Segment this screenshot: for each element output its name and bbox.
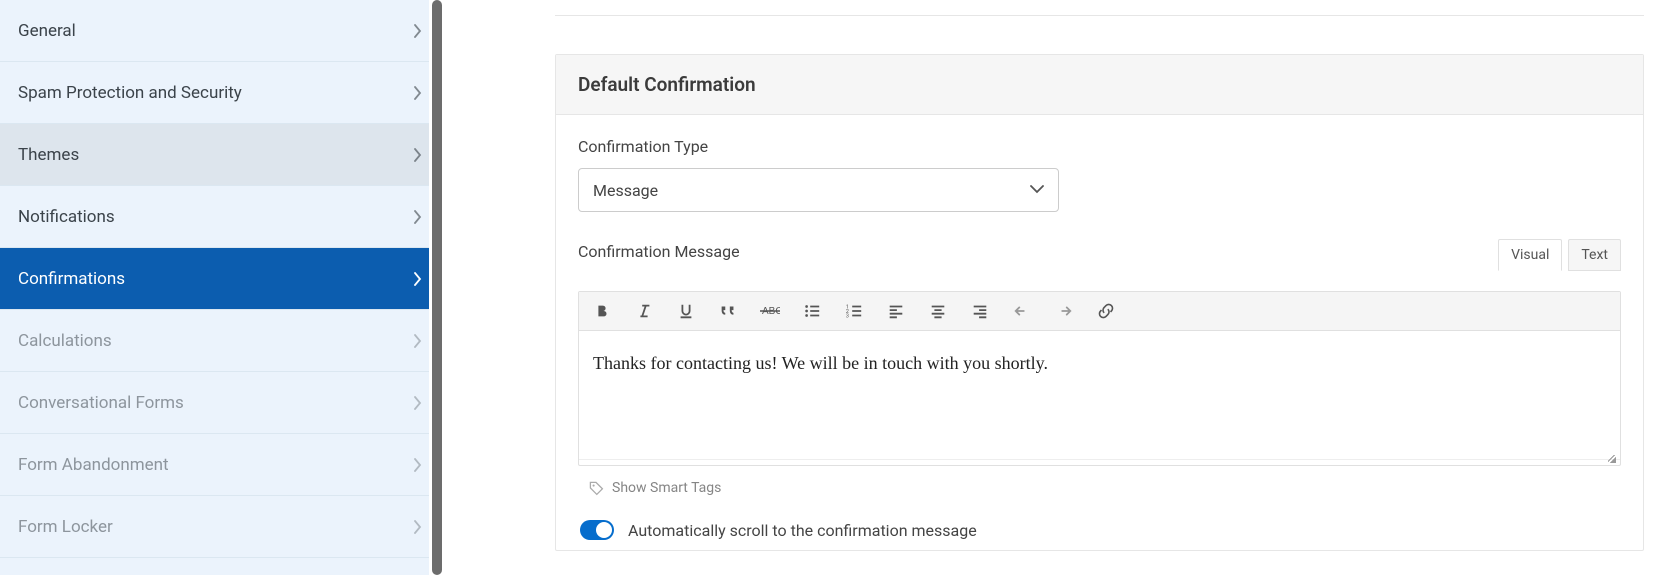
confirmation-type-label: Confirmation Type bbox=[578, 137, 1621, 156]
autoscroll-label: Automatically scroll to the confirmation… bbox=[628, 521, 977, 540]
autoscroll-setting: Automatically scroll to the confirmation… bbox=[578, 520, 1621, 540]
panel-body: Confirmation Type Message Confirmation M… bbox=[556, 115, 1643, 550]
sidebar-item-label: Themes bbox=[18, 145, 79, 165]
wysiwyg-editor: ABC 123 Thanks for contacting us! We wil… bbox=[578, 291, 1621, 466]
sidebar-item-label: Conversational Forms bbox=[18, 393, 184, 413]
italic-icon[interactable] bbox=[631, 298, 657, 324]
underline-icon[interactable] bbox=[673, 298, 699, 324]
sidebar-item-label: General bbox=[18, 21, 76, 41]
chevron-right-icon bbox=[413, 520, 423, 534]
column-gutter bbox=[445, 0, 505, 575]
redo-icon[interactable] bbox=[1051, 298, 1077, 324]
editor-tab-text[interactable]: Text bbox=[1568, 239, 1621, 271]
editor-tabs: Visual Text bbox=[1498, 239, 1621, 271]
chevron-right-icon bbox=[413, 396, 423, 410]
confirmation-message-label: Confirmation Message bbox=[578, 242, 1621, 261]
sidebar-item-spam-protection[interactable]: Spam Protection and Security bbox=[0, 62, 445, 124]
editor-tab-visual[interactable]: Visual bbox=[1498, 239, 1562, 271]
sidebar-item-notifications[interactable]: Notifications bbox=[0, 186, 445, 248]
sidebar-item-conversational-forms[interactable]: Conversational Forms bbox=[0, 372, 445, 434]
panel-title: Default Confirmation bbox=[556, 55, 1643, 115]
smart-tags-label: Show Smart Tags bbox=[612, 480, 721, 496]
select-value: Message bbox=[593, 181, 658, 200]
chevron-right-icon bbox=[413, 210, 423, 224]
bullet-list-icon[interactable] bbox=[799, 298, 825, 324]
blockquote-icon[interactable] bbox=[715, 298, 741, 324]
main-content: Default Confirmation Confirmation Type M… bbox=[505, 0, 1674, 575]
strikethrough-icon[interactable]: ABC bbox=[757, 298, 783, 324]
divider bbox=[555, 15, 1644, 16]
autoscroll-toggle[interactable] bbox=[580, 520, 614, 540]
sidebar-item-form-locker[interactable]: Form Locker bbox=[0, 496, 445, 558]
confirmation-panel: Default Confirmation Confirmation Type M… bbox=[555, 54, 1644, 551]
sidebar-item-label: Calculations bbox=[18, 331, 112, 351]
link-icon[interactable] bbox=[1093, 298, 1119, 324]
chevron-down-icon bbox=[1030, 185, 1044, 195]
sidebar-item-calculations[interactable]: Calculations bbox=[0, 310, 445, 372]
chevron-right-icon bbox=[413, 272, 423, 286]
undo-icon[interactable] bbox=[1009, 298, 1035, 324]
number-list-icon[interactable]: 123 bbox=[841, 298, 867, 324]
sidebar-item-themes[interactable]: Themes bbox=[0, 124, 445, 186]
sidebar-item-confirmations[interactable]: Confirmations bbox=[0, 248, 445, 310]
settings-sidebar: General Spam Protection and Security The… bbox=[0, 0, 445, 575]
chevron-right-icon bbox=[413, 24, 423, 38]
sidebar-item-label: Notifications bbox=[18, 207, 115, 227]
confirmation-message-block: Confirmation Message Visual Text ABC 123 bbox=[578, 242, 1621, 540]
chevron-right-icon bbox=[413, 148, 423, 162]
sidebar-item-form-abandonment[interactable]: Form Abandonment bbox=[0, 434, 445, 496]
sidebar-item-general[interactable]: General bbox=[0, 0, 445, 62]
confirmation-message-input[interactable]: Thanks for contacting us! We will be in … bbox=[579, 331, 1620, 459]
chevron-right-icon bbox=[413, 458, 423, 472]
sidebar-item-label: Form Abandonment bbox=[18, 455, 169, 475]
tag-icon bbox=[588, 480, 604, 496]
align-right-icon[interactable] bbox=[967, 298, 993, 324]
svg-text:3: 3 bbox=[846, 313, 849, 319]
bold-icon[interactable] bbox=[589, 298, 615, 324]
show-smart-tags-link[interactable]: Show Smart Tags bbox=[578, 480, 1621, 496]
editor-resize-handle[interactable] bbox=[579, 459, 1620, 465]
align-center-icon[interactable] bbox=[925, 298, 951, 324]
sidebar-item-label: Form Locker bbox=[18, 517, 113, 537]
sidebar-scrollbar[interactable] bbox=[429, 0, 445, 575]
align-left-icon[interactable] bbox=[883, 298, 909, 324]
chevron-right-icon bbox=[413, 86, 423, 100]
confirmation-type-select[interactable]: Message bbox=[578, 168, 1059, 212]
editor-toolbar: ABC 123 bbox=[579, 292, 1620, 331]
sidebar-item-label: Spam Protection and Security bbox=[18, 83, 242, 103]
sidebar-item-label: Confirmations bbox=[18, 269, 125, 289]
chevron-right-icon bbox=[413, 334, 423, 348]
